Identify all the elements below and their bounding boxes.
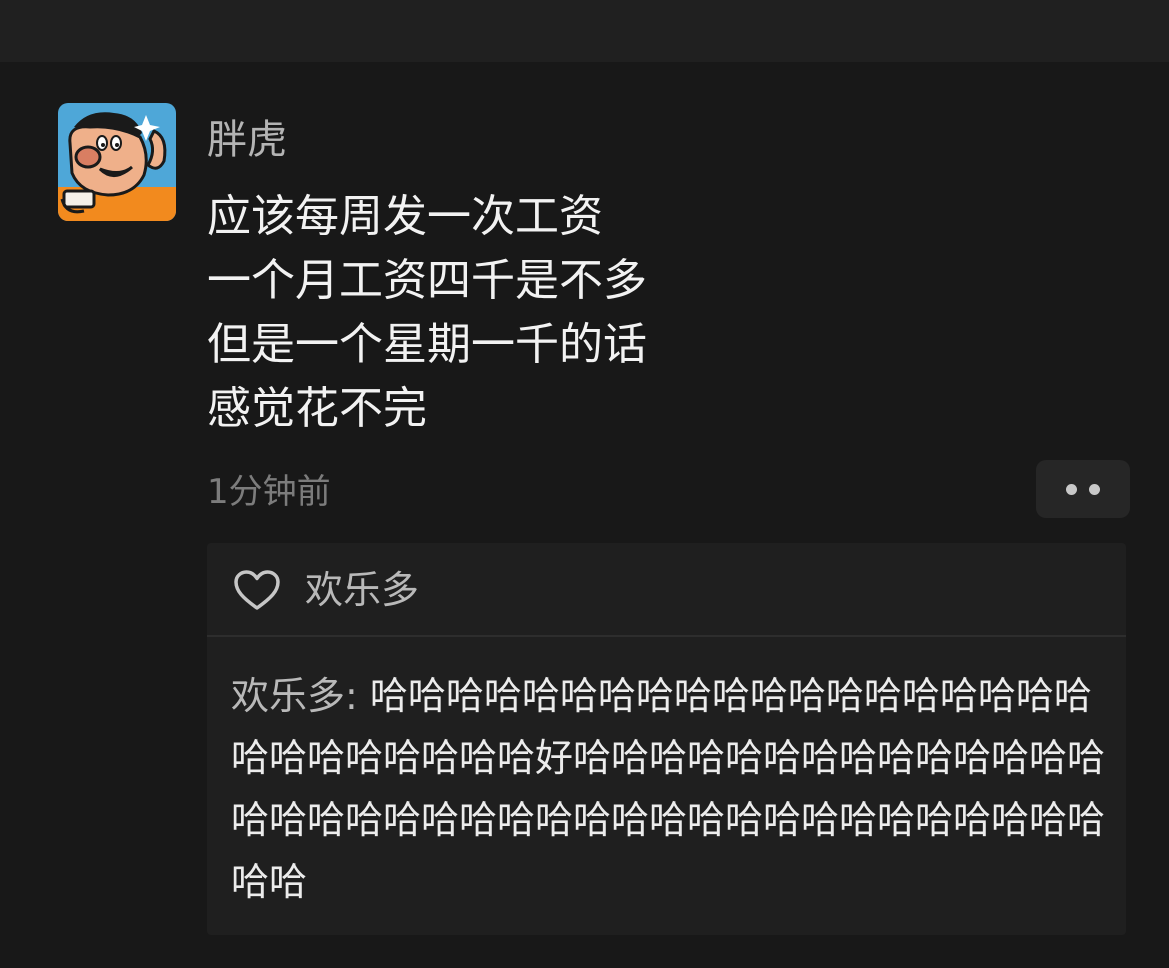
interaction-panel: 欢乐多 欢乐多: 哈哈哈哈哈哈哈哈哈哈哈哈哈哈哈哈哈哈哈哈哈哈哈哈哈哈哈好哈哈哈…: [207, 543, 1126, 935]
post-text: 应该每周发一次工资 一个月工资四千是不多 但是一个星期一千的话 感觉花不完: [207, 185, 1107, 441]
post-timestamp: 1分钟前: [207, 472, 331, 512]
likes-row: 欢乐多: [207, 543, 1126, 635]
more-dots-icon: [1089, 483, 1100, 495]
comment-item[interactable]: 欢乐多: 哈哈哈哈哈哈哈哈哈哈哈哈哈哈哈哈哈哈哈哈哈哈哈哈哈哈哈好哈哈哈哈哈哈哈…: [231, 665, 1123, 913]
like-user-name[interactable]: 欢乐多: [305, 563, 419, 617]
gian-cartoon-avatar-icon: [58, 103, 176, 221]
comment-separator: :: [345, 674, 370, 718]
author-avatar[interactable]: [58, 103, 176, 221]
comment-author[interactable]: 欢乐多: [231, 674, 345, 718]
author-name[interactable]: 胖虎: [207, 112, 287, 168]
heart-icon[interactable]: [233, 570, 281, 612]
post-line: 感觉花不完: [207, 383, 427, 434]
post-line: 应该每周发一次工资: [207, 191, 603, 242]
post-line: 但是一个星期一千的话: [207, 319, 647, 370]
more-dots-icon: [1066, 483, 1077, 495]
post-line: 一个月工资四千是不多: [207, 255, 647, 306]
panel-divider: [207, 635, 1126, 637]
top-bar: [0, 0, 1169, 62]
more-actions-button[interactable]: [1036, 460, 1130, 518]
